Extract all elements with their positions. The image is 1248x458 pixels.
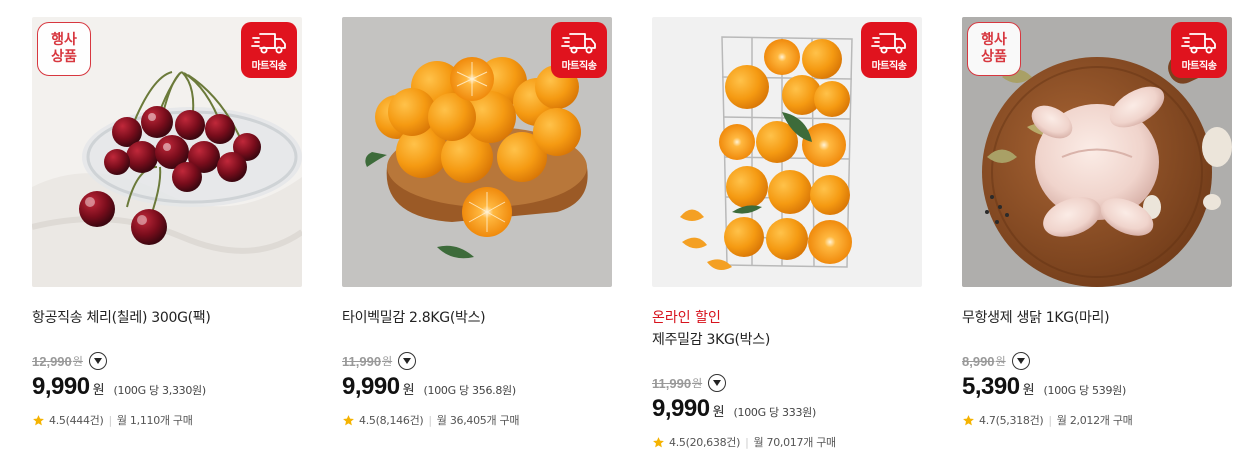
online-discount-tag: 온라인 할인: [652, 310, 721, 326]
product-image[interactable]: 마트직송: [652, 17, 922, 287]
chevron-down-icon: [403, 358, 411, 364]
product-card[interactable]: 마트직송 온라인 할인 제주밀감 3KG(박스) 11,990 원 9,990 …: [652, 17, 922, 450]
star-icon: [342, 414, 355, 427]
monthly-sales: 월 70,017개 구매: [753, 436, 837, 449]
sale-price-row: 5,390 원 (100G 당 539원): [962, 373, 1127, 400]
sale-price-row: 9,990 원 (100G 당 333원): [652, 395, 817, 422]
monthly-sales: 월 2,012개 구매: [1056, 414, 1133, 427]
price-detail-toggle[interactable]: [88, 352, 107, 370]
divider: |: [1048, 413, 1052, 427]
chevron-down-icon: [1017, 358, 1025, 364]
rating: 4.7(5,318건): [979, 414, 1044, 427]
original-price-row: 11,990 원: [652, 374, 727, 392]
price-detail-toggle[interactable]: [1011, 352, 1030, 370]
original-price: 8,990: [962, 353, 995, 369]
rating: 4.5(444건): [49, 414, 104, 427]
delivery-truck-icon: [1181, 30, 1217, 56]
rating: 4.5(8,146건): [359, 414, 424, 427]
product-name[interactable]: 항공직송 체리(칠레) 300G(팩): [32, 307, 211, 327]
product-image[interactable]: 행사 상품 마트직송: [32, 17, 302, 287]
product-grid: 행사 상품 마트직송 항공직송 체리(칠레) 300G(팩) 12,990 원 9…: [0, 0, 1248, 458]
divider: |: [428, 413, 432, 427]
sale-price: 9,990: [32, 373, 90, 400]
delivery-truck-icon: [871, 30, 907, 56]
review-meta: 4.7(5,318건) | 월 2,012개 구매: [962, 412, 1133, 428]
review-meta: 4.5(20,638건) | 월 70,017개 구매: [652, 434, 836, 450]
product-name[interactable]: 타이벡밀감 2.8KG(박스): [342, 307, 486, 327]
chevron-down-icon: [713, 380, 721, 386]
event-badge: 행사 상품: [37, 22, 91, 76]
delivery-truck-icon: [251, 30, 287, 56]
original-price: 11,990: [652, 375, 692, 391]
monthly-sales: 월 1,110개 구매: [116, 414, 193, 427]
original-price: 11,990: [342, 353, 382, 369]
mart-delivery-badge: 마트직송: [1171, 22, 1227, 78]
price-detail-toggle[interactable]: [708, 374, 727, 392]
unit-price: (100G 당 539원): [1043, 384, 1127, 397]
original-price: 12,990: [32, 353, 72, 369]
mart-delivery-badge: 마트직송: [241, 22, 297, 78]
product-name[interactable]: 제주밀감 3KG(박스): [652, 329, 770, 349]
sale-price-row: 9,990 원 (100G 당 356.8원): [342, 373, 517, 400]
divider: |: [745, 435, 749, 449]
event-badge: 행사 상품: [967, 22, 1021, 76]
star-icon: [32, 414, 45, 427]
original-price-row: 8,990 원: [962, 352, 1030, 370]
unit-price: (100G 당 356.8원): [423, 384, 517, 397]
sale-price: 5,390: [962, 373, 1020, 400]
chevron-down-icon: [94, 358, 102, 364]
sale-price: 9,990: [342, 373, 400, 400]
mart-delivery-badge: 마트직송: [861, 22, 917, 78]
sale-price-row: 9,990 원 (100G 당 3,330원): [32, 373, 207, 400]
product-image[interactable]: 행사 상품 마트직송: [962, 17, 1232, 287]
product-card[interactable]: 행사 상품 마트직송 무항생제 생닭 1KG(마리) 8,990 원 5,390 …: [962, 17, 1232, 447]
sale-price: 9,990: [652, 395, 710, 422]
divider: |: [108, 413, 113, 427]
original-price-row: 11,990 원: [342, 352, 417, 370]
mart-delivery-badge: 마트직송: [551, 22, 607, 78]
delivery-truck-icon: [561, 30, 597, 56]
rating: 4.5(20,638건): [669, 436, 741, 449]
product-card[interactable]: 마트직송 타이벡밀감 2.8KG(박스) 11,990 원 9,990 원 (1…: [342, 17, 612, 447]
unit-price: (100G 당 333원): [733, 406, 817, 419]
price-detail-toggle[interactable]: [398, 352, 417, 370]
review-meta: 4.5(444건) | 월 1,110개 구매: [32, 412, 193, 428]
product-image[interactable]: 마트직송: [342, 17, 612, 287]
star-icon: [962, 414, 975, 427]
star-icon: [652, 436, 665, 449]
unit-price: (100G 당 3,330원): [113, 384, 207, 397]
monthly-sales: 월 36,405개 구매: [436, 414, 520, 427]
product-name[interactable]: 무항생제 생닭 1KG(마리): [962, 307, 1110, 327]
review-meta: 4.5(8,146건) | 월 36,405개 구매: [342, 412, 519, 428]
product-card[interactable]: 행사 상품 마트직송 항공직송 체리(칠레) 300G(팩) 12,990 원 9…: [32, 17, 302, 447]
original-price-row: 12,990 원: [32, 352, 107, 370]
